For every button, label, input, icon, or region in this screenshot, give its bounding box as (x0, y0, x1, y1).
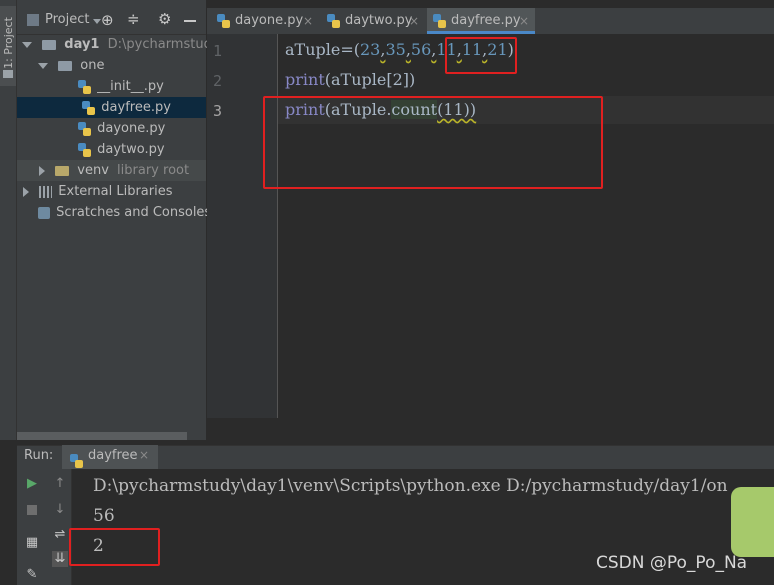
code-editor[interactable] (278, 34, 774, 418)
close-icon[interactable]: × (519, 8, 529, 34)
tree-file-label: dayfree.py (101, 100, 171, 115)
close-icon[interactable]: × (409, 8, 419, 34)
dropdown-arrow-icon[interactable] (93, 19, 101, 24)
close-icon[interactable]: × (303, 8, 313, 34)
tree-file-label: dayone.py (97, 121, 166, 136)
folder-icon (3, 70, 13, 78)
project-title[interactable]: Project (45, 12, 89, 27)
project-view-icon (27, 14, 39, 26)
editor-scroll-area (207, 418, 774, 440)
python-file-icon (433, 14, 446, 28)
tree-item-external-libraries[interactable]: External Libraries (20, 181, 206, 202)
pin-icon[interactable]: ✎ (24, 567, 40, 583)
tree-item-dayone[interactable]: dayone.py (78, 118, 206, 139)
python-file-icon (78, 121, 91, 136)
tree-file-label: __init__.py (97, 79, 164, 94)
python-file-icon (78, 142, 91, 157)
tab-label: daytwo.py (345, 13, 413, 28)
tree-label: External Libraries (58, 184, 173, 199)
tab-dayfree[interactable]: dayfree.py × (427, 8, 535, 34)
folder-icon (55, 165, 70, 176)
scroll-up-icon[interactable]: ↑ (52, 476, 68, 492)
expand-arrow-icon[interactable] (23, 186, 29, 197)
watermark: CSDN @Po_Po_Na (596, 553, 748, 573)
library-icon (39, 185, 53, 198)
collapse-all-icon[interactable]: ≑ (127, 10, 140, 28)
expand-arrow-icon[interactable] (39, 165, 45, 176)
layout-icon[interactable]: ▦ (24, 535, 40, 551)
stop-icon[interactable] (24, 502, 40, 518)
tree-file-label: daytwo.py (97, 142, 165, 157)
python-file-icon (82, 100, 96, 115)
editor-gutter (207, 34, 278, 418)
gear-icon[interactable]: ⚙ (158, 10, 171, 28)
tree-venv-label: venv (77, 163, 109, 178)
annotation-box-count-line (263, 96, 603, 189)
code-number: 35 (385, 40, 406, 59)
project-horizontal-scrollbar[interactable] (17, 432, 187, 440)
line-number: 1 (213, 42, 223, 60)
line-number: 2 (213, 72, 223, 90)
close-icon[interactable]: × (139, 448, 149, 462)
python-file-icon (78, 79, 91, 94)
minimize-icon[interactable] (184, 20, 196, 22)
tab-dayone[interactable]: dayone.py × (211, 8, 319, 34)
console-line: 56 (93, 506, 115, 526)
overlay-decoration (731, 487, 774, 557)
code-token: aTuple=( (285, 40, 360, 59)
code-line-2[interactable]: print(aTuple[2]) (285, 70, 415, 89)
code-token: (aTuple[2]) (324, 70, 416, 89)
annotation-box-output (69, 528, 160, 566)
tab-label: dayfree.py (451, 13, 521, 28)
tree-item-init[interactable]: __init__.py (78, 76, 206, 97)
tree-item-one[interactable]: one (38, 55, 206, 76)
code-number: 23 (360, 40, 381, 59)
code-number: 56 (410, 40, 432, 59)
tree-item-scratches[interactable]: Scratches and Consoles (38, 202, 211, 223)
python-file-icon (70, 453, 83, 468)
expand-arrow-icon[interactable] (22, 41, 32, 48)
editor-tab-bar: dayone.py × daytwo.py × dayfree.py × (207, 8, 774, 35)
tree-item-venv[interactable]: venv library root (17, 160, 206, 181)
scratches-icon (38, 206, 50, 219)
run-label: Run: (24, 448, 54, 463)
annotation-box-values (445, 37, 517, 74)
tree-item-daytwo[interactable]: daytwo.py (78, 139, 206, 160)
tree-item-day1[interactable]: day1 D:\pycharmstudy\da (20, 34, 240, 55)
scroll-down-icon[interactable]: ↓ (52, 502, 68, 518)
code-keyword: print (285, 70, 325, 89)
run-tab-label: dayfree (88, 448, 138, 463)
python-file-icon (327, 14, 340, 28)
tree-venv-note: library root (117, 163, 190, 178)
locate-icon[interactable]: ⊕ (101, 11, 114, 29)
project-tool-tab-label: 1: Project (2, 17, 15, 69)
tree-folder-label: one (80, 58, 105, 73)
run-toolbar: ▶ ↑ ↓ ⇌ ▦ ⇊ ✎ (17, 469, 72, 585)
tab-label: dayone.py (235, 13, 304, 28)
folder-icon (58, 60, 73, 71)
tree-label: Scratches and Consoles (56, 205, 212, 220)
line-number: 3 (213, 102, 223, 120)
folder-icon (42, 39, 57, 50)
tab-daytwo[interactable]: daytwo.py × (321, 8, 425, 34)
expand-arrow-icon[interactable] (38, 62, 48, 69)
scroll-to-end-icon[interactable]: ⇊ (52, 551, 68, 567)
rerun-icon[interactable]: ▶ (24, 476, 40, 492)
project-panel-header: Project ⊕ ≑ ⚙ (17, 8, 206, 35)
console-line: D:\pycharmstudy\day1\venv\Scripts\python… (93, 476, 728, 496)
tree-item-dayfree[interactable]: dayfree.py (17, 97, 206, 118)
python-file-icon (217, 14, 230, 28)
soft-wrap-icon[interactable]: ⇌ (52, 527, 68, 543)
tree-root-name: day1 (64, 37, 100, 52)
